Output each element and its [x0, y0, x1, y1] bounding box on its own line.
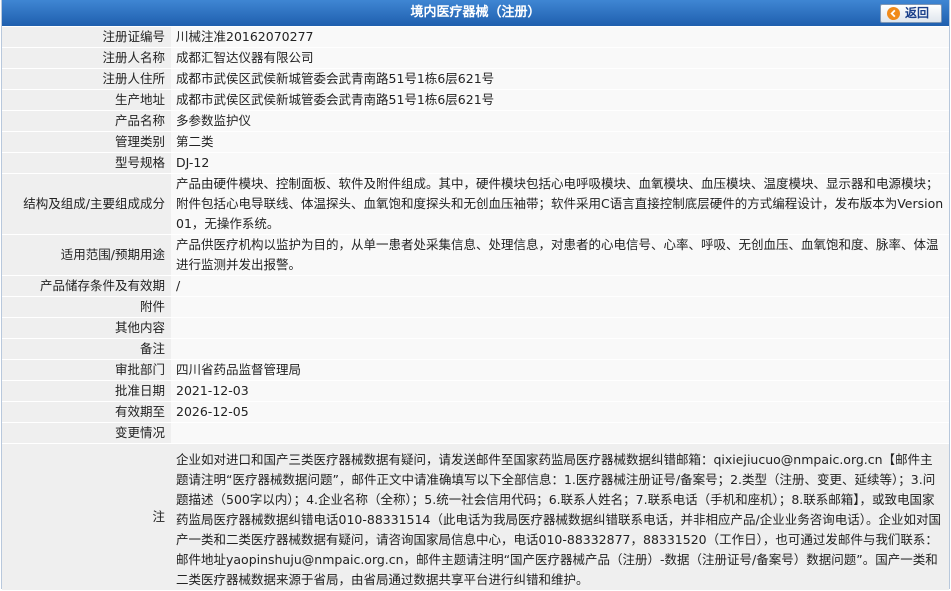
field-value: 产品供医疗机构以监护为目的，从单一患者处采集信息、处理信息，对患者的心电信号、心…: [171, 235, 949, 275]
field-label: 审批部门: [2, 360, 171, 380]
detail-row: 产品名称 多参数监护仪: [2, 111, 949, 131]
field-value: 川械注准20162070277: [171, 27, 949, 47]
field-label: 注册人住所: [2, 69, 171, 89]
field-label: 结构及组成/主要组成成分: [2, 174, 171, 234]
detail-row: 管理类别 第二类: [2, 132, 949, 152]
field-value: DJ-12: [171, 153, 949, 173]
detail-row: 有效期至 2026-12-05: [2, 402, 949, 422]
page-title: 境内医疗器械（注册）: [410, 5, 541, 20]
record-panel: 境内医疗器械（注册） 返回 注册证编号 川械注准20162070277 注册人名称…: [1, 0, 950, 591]
field-value: 产品由硬件模块、控制面板、软件及附件组成。其中，硬件模块包括心电呼吸模块、血氧模…: [171, 174, 949, 234]
field-label: 适用范围/预期用途: [2, 235, 171, 275]
detail-row: 注册人住所 成都市武侯区武侯新城管委会武青南路51号1栋6层621号: [2, 69, 949, 89]
field-label: 有效期至: [2, 402, 171, 422]
field-value: 2021-12-03: [171, 381, 949, 401]
field-label: 产品储存条件及有效期: [2, 276, 171, 296]
detail-row: 产品储存条件及有效期 /: [2, 276, 949, 296]
field-value: 四川省药品监督管理局: [171, 360, 949, 380]
detail-row: 型号规格 DJ-12: [2, 153, 949, 173]
back-arrow-icon: [886, 7, 900, 20]
detail-row: 结构及组成/主要组成成分 产品由硬件模块、控制面板、软件及附件组成。其中，硬件模块…: [2, 174, 949, 234]
detail-table: 注册证编号 川械注准20162070277 注册人名称 成都汇智达仪器有限公司 注册…: [2, 26, 949, 591]
detail-row: 生产地址 成都市武侯区武侯新城管委会武青南路51号1栋6层621号: [2, 90, 949, 110]
detail-row: 适用范围/预期用途 产品供医疗机构以监护为目的，从单一患者处采集信息、处理信息，对…: [2, 235, 949, 275]
detail-row: 注册人名称 成都汇智达仪器有限公司: [2, 48, 949, 68]
note-row: 注 企业如对进口和国产三类医疗器械数据有疑问，请发送邮件至国家药监局医疗器械数据…: [2, 444, 949, 590]
back-button-label: 返回: [904, 6, 929, 20]
field-value: 成都市武侯区武侯新城管委会武青南路51号1栋6层621号: [171, 69, 949, 89]
field-label: 批准日期: [2, 381, 171, 401]
field-value: [171, 339, 949, 359]
field-value: /: [171, 276, 949, 296]
field-value: [171, 318, 949, 338]
detail-row: 审批部门 四川省药品监督管理局: [2, 360, 949, 380]
detail-row: 附件: [2, 297, 949, 317]
field-value: [171, 297, 949, 317]
field-label: 变更情况: [2, 423, 171, 443]
field-label: 其他内容: [2, 318, 171, 338]
field-label: 生产地址: [2, 90, 171, 110]
field-value: [171, 423, 949, 443]
back-button[interactable]: 返回: [879, 4, 942, 23]
field-label: 产品名称: [2, 111, 171, 131]
field-value: 成都汇智达仪器有限公司: [171, 48, 949, 68]
detail-row: 其他内容: [2, 318, 949, 338]
field-label: 管理类别: [2, 132, 171, 152]
detail-row: 注册证编号 川械注准20162070277: [2, 27, 949, 47]
note-text: 企业如对进口和国产三类医疗器械数据有疑问，请发送邮件至国家药监局医疗器械数据纠错…: [171, 444, 949, 590]
detail-row: 变更情况: [2, 423, 949, 443]
field-value: 多参数监护仪: [171, 111, 949, 131]
field-value: 第二类: [171, 132, 949, 152]
field-value: 2026-12-05: [171, 402, 949, 422]
field-label: 注册人名称: [2, 48, 171, 68]
field-label: 附件: [2, 297, 171, 317]
field-label: 注册证编号: [2, 27, 171, 47]
detail-row: 备注: [2, 339, 949, 359]
field-label: 备注: [2, 339, 171, 359]
page-header: 境内医疗器械（注册） 返回: [2, 0, 949, 26]
field-label: 型号规格: [2, 153, 171, 173]
detail-row: 批准日期 2021-12-03: [2, 381, 949, 401]
field-value: 成都市武侯区武侯新城管委会武青南路51号1栋6层621号: [171, 90, 949, 110]
note-label: 注: [2, 444, 171, 590]
